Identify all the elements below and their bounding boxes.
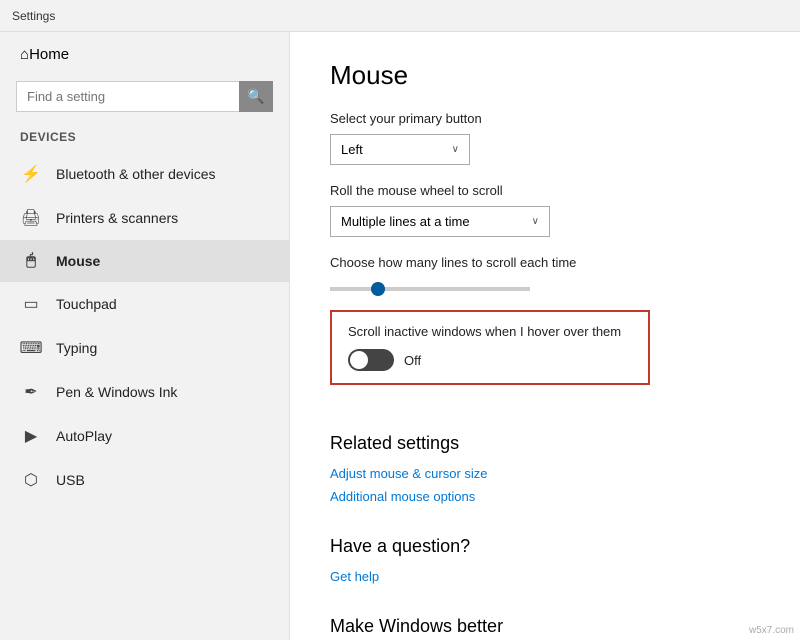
- sidebar-item-label: Mouse: [56, 253, 100, 269]
- sidebar-item-label: USB: [56, 472, 85, 488]
- toggle-label: Off: [404, 353, 421, 368]
- sidebar: Home 🔍 Devices ⚡ Bluetooth & other devic…: [0, 32, 290, 640]
- roll-wheel-value: Multiple lines at a time: [341, 214, 470, 229]
- search-input[interactable]: [16, 81, 273, 112]
- home-icon: [20, 46, 29, 63]
- search-button[interactable]: 🔍: [239, 81, 273, 112]
- search-icon: 🔍: [247, 88, 264, 105]
- sidebar-home-label: Home: [29, 46, 69, 63]
- roll-wheel-dropdown[interactable]: Multiple lines at a time ∨: [330, 206, 550, 237]
- sidebar-item-touchpad[interactable]: ▭ Touchpad: [0, 282, 289, 326]
- make-windows-better-title: Make Windows better: [330, 616, 760, 637]
- main-layout: Home 🔍 Devices ⚡ Bluetooth & other devic…: [0, 32, 800, 640]
- title-bar: Settings: [0, 0, 800, 32]
- primary-button-dropdown[interactable]: Left ∨: [330, 134, 470, 165]
- sidebar-item-label: Pen & Windows Ink: [56, 384, 177, 400]
- additional-mouse-link[interactable]: Additional mouse options: [330, 489, 760, 504]
- related-settings-title: Related settings: [330, 433, 760, 454]
- divider-3: [330, 592, 760, 612]
- sidebar-item-label: Touchpad: [56, 296, 117, 312]
- pen-icon: ✒: [20, 382, 42, 402]
- primary-button-label: Select your primary button: [330, 111, 760, 126]
- sidebar-item-label: Printers & scanners: [56, 210, 178, 226]
- mouse-icon: 🖱: [20, 252, 42, 270]
- sidebar-item-pen[interactable]: ✒ Pen & Windows Ink: [0, 370, 289, 414]
- autoplay-icon: ▶: [20, 426, 42, 446]
- divider-1: [330, 409, 760, 429]
- get-help-link[interactable]: Get help: [330, 569, 760, 584]
- roll-wheel-label: Roll the mouse wheel to scroll: [330, 183, 760, 198]
- title-bar-label: Settings: [12, 9, 55, 23]
- sidebar-search-container: 🔍: [16, 81, 273, 112]
- printer-icon: 🖨: [20, 208, 42, 228]
- toggle-knob: [350, 351, 368, 369]
- sidebar-item-printers[interactable]: 🖨 Printers & scanners: [0, 196, 289, 240]
- sidebar-item-label: Typing: [56, 340, 97, 356]
- scroll-inactive-label: Scroll inactive windows when I hover ove…: [348, 324, 632, 339]
- primary-button-value: Left: [341, 142, 363, 157]
- sidebar-section-label: Devices: [0, 124, 289, 152]
- scroll-lines-label: Choose how many lines to scroll each tim…: [330, 255, 760, 270]
- chevron-down-icon: ∨: [452, 144, 459, 155]
- touchpad-icon: ▭: [20, 294, 42, 314]
- sidebar-item-label: Bluetooth & other devices: [56, 166, 216, 182]
- scroll-inactive-box: Scroll inactive windows when I hover ove…: [330, 310, 650, 385]
- scroll-lines-slider[interactable]: [330, 287, 530, 291]
- have-question-title: Have a question?: [330, 536, 760, 557]
- usb-icon: ⬡: [20, 470, 42, 490]
- sidebar-item-typing[interactable]: ⌨ Typing: [0, 326, 289, 370]
- sidebar-item-label: AutoPlay: [56, 428, 112, 444]
- page-title: Mouse: [330, 60, 760, 91]
- slider-container: [330, 278, 760, 294]
- scroll-inactive-toggle[interactable]: [348, 349, 394, 371]
- sidebar-item-usb[interactable]: ⬡ USB: [0, 458, 289, 502]
- bluetooth-icon: ⚡: [20, 164, 42, 184]
- sidebar-item-home[interactable]: Home: [0, 32, 289, 77]
- content-area: Mouse Select your primary button Left ∨ …: [290, 32, 800, 640]
- typing-icon: ⌨: [20, 338, 42, 358]
- adjust-mouse-link[interactable]: Adjust mouse & cursor size: [330, 466, 760, 481]
- sidebar-item-bluetooth[interactable]: ⚡ Bluetooth & other devices: [0, 152, 289, 196]
- toggle-row: Off: [348, 349, 632, 371]
- sidebar-item-mouse[interactable]: 🖱 Mouse: [0, 240, 289, 282]
- sidebar-item-autoplay[interactable]: ▶ AutoPlay: [0, 414, 289, 458]
- divider-2: [330, 512, 760, 532]
- chevron-down-icon-2: ∨: [532, 216, 539, 227]
